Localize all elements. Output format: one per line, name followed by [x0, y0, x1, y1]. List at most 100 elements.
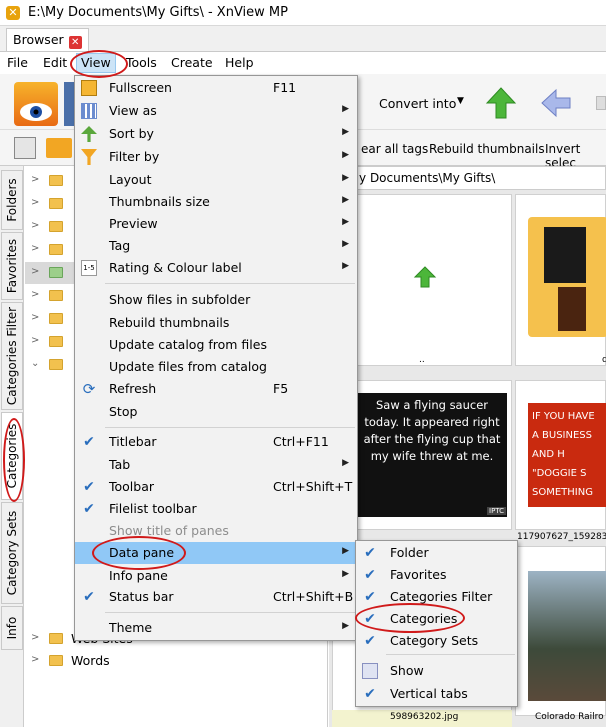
menu-item-filter-by[interactable]: Filter by ▶: [75, 146, 357, 168]
vtab-categories-filter[interactable]: Categories Filter: [1, 302, 23, 410]
folder-icon: [49, 313, 63, 324]
menu-item-info-pane[interactable]: Info pane ▶: [75, 565, 357, 587]
check-icon: ✔: [83, 479, 95, 495]
chevron-down-icon[interactable]: ⌄: [31, 358, 39, 369]
window-title: E:\My Documents\My Gifts\ - XnView MP: [28, 5, 288, 20]
folder-icon: [49, 336, 63, 347]
submenu-item-show[interactable]: Show: [356, 660, 517, 682]
menu-tools[interactable]: Tools: [126, 55, 157, 70]
shortcut-label: Ctrl+Shift+T: [273, 479, 353, 494]
menu-item-data-pane[interactable]: Data pane ▶: [75, 542, 357, 564]
filter-icon: [81, 149, 97, 165]
chevron-right-icon[interactable]: >: [31, 335, 39, 346]
tab-browser[interactable]: Browser ✕: [6, 28, 89, 51]
viewer-icon[interactable]: [14, 82, 58, 126]
menu-item-fullscreen[interactable]: Fullscreen F11: [75, 77, 357, 99]
menu-item-label: Show: [390, 663, 424, 678]
menu-item-label: Rating & Colour label: [109, 260, 242, 275]
up-arrow-icon[interactable]: [484, 86, 518, 120]
menu-item-update-catalog[interactable]: Update catalog from files: [75, 334, 357, 356]
menu-item-titlebar[interactable]: ✔ Titlebar Ctrl+F11: [75, 431, 357, 453]
vtab-category-sets[interactable]: Category Sets: [1, 502, 23, 604]
submenu-arrow-icon: ▶: [342, 150, 349, 160]
chevron-right-icon[interactable]: >: [31, 312, 39, 323]
menu-item-refresh[interactable]: ⟳ Refresh F5: [75, 378, 357, 400]
thumbnail-parent[interactable]: ..: [332, 194, 512, 366]
menu-item-tag[interactable]: Tag ▶: [75, 235, 357, 257]
caption-strip: 598963202.jpg: [332, 710, 512, 727]
vtab-favorites[interactable]: Favorites: [1, 232, 23, 300]
submenu-item-favorites[interactable]: ✔ Favorites: [356, 564, 517, 586]
chevron-right-icon[interactable]: >: [31, 266, 39, 277]
shortcut-label: F11: [273, 80, 297, 95]
toolbar-icon-partial-right[interactable]: [596, 96, 606, 110]
chevron-down-icon[interactable]: ▼: [457, 96, 464, 106]
convert-into-button[interactable]: Convert into: [379, 96, 456, 111]
thumbnail-image[interactable]: IF YOU HAVE A BUSINESS AND H "DOGGIE S S…: [515, 380, 606, 530]
submenu-item-vertical-tabs[interactable]: ✔ Vertical tabs: [356, 683, 517, 705]
select-icon[interactable]: [14, 137, 36, 159]
menu-item-label: Show files in subfolder: [109, 292, 251, 307]
menu-item-preview[interactable]: Preview ▶: [75, 213, 357, 235]
thumbnail-image[interactable]: Saw a flying saucer today. It appeared r…: [332, 380, 512, 530]
submenu-item-categories[interactable]: ✔ Categories: [356, 608, 517, 630]
vtab-info[interactable]: Info: [1, 606, 23, 650]
menu-item-filelist-toolbar[interactable]: ✔ Filelist toolbar: [75, 498, 357, 520]
thumbnail-image[interactable]: [515, 546, 606, 716]
menu-item-theme[interactable]: Theme ▶: [75, 617, 357, 639]
close-icon[interactable]: ✕: [68, 36, 82, 49]
thumbnail-caption: 598963202.jpg: [390, 712, 459, 722]
tree-row[interactable]: > Words: [25, 650, 328, 672]
folder-icon: [49, 655, 63, 666]
chevron-right-icon[interactable]: >: [31, 243, 39, 254]
chevron-right-icon[interactable]: >: [31, 289, 39, 300]
menu-item-label: Info pane: [109, 568, 168, 583]
vtab-categories[interactable]: Categories: [1, 412, 23, 500]
menu-item-status-bar[interactable]: ✔ Status bar Ctrl+Shift+B: [75, 586, 357, 608]
menu-item-sort-by[interactable]: Sort by ▶: [75, 123, 357, 145]
thumbnail-folder[interactable]: d: [515, 194, 606, 366]
menu-item-view-as[interactable]: View as ▶: [75, 100, 357, 122]
submenu-item-category-sets[interactable]: ✔ Category Sets: [356, 630, 517, 652]
menu-create[interactable]: Create: [171, 55, 213, 70]
folder-icon: [528, 217, 606, 337]
menu-item-label: Folder: [390, 545, 429, 560]
menu-item-rebuild-thumbnails[interactable]: Rebuild thumbnails: [75, 312, 357, 334]
menu-item-update-files[interactable]: Update files from catalog: [75, 356, 357, 378]
app-logo-icon: ✕: [6, 6, 20, 20]
menu-item-layout[interactable]: Layout ▶: [75, 169, 357, 191]
menu-file[interactable]: File: [7, 55, 28, 70]
check-icon: ✔: [364, 567, 376, 583]
menu-item-thumbnails-size[interactable]: Thumbnails size ▶: [75, 191, 357, 213]
submenu-item-categories-filter[interactable]: ✔ Categories Filter: [356, 586, 517, 608]
menu-item-stop[interactable]: Stop: [75, 401, 357, 423]
chevron-right-icon[interactable]: >: [31, 654, 39, 665]
menu-item-toolbar[interactable]: ✔ Toolbar Ctrl+Shift+T: [75, 476, 357, 498]
chevron-right-icon[interactable]: >: [31, 220, 39, 231]
menu-help[interactable]: Help: [225, 55, 254, 70]
rebuild-thumbnails-button[interactable]: Rebuild thumbnails: [429, 142, 545, 156]
menu-item-label: Rebuild thumbnails: [109, 315, 230, 330]
submenu-item-folder[interactable]: ✔ Folder: [356, 542, 517, 564]
folder-icon[interactable]: [46, 138, 72, 158]
toolbar-icon-partial[interactable]: [64, 82, 74, 126]
path-bar[interactable]: E:\My Documents\My Gifts\: [329, 166, 606, 190]
chevron-right-icon[interactable]: >: [31, 197, 39, 208]
vtab-folders[interactable]: Folders: [1, 170, 23, 230]
menu-item-label: View as: [109, 103, 157, 118]
chevron-right-icon[interactable]: >: [31, 174, 39, 185]
menu-item-tab[interactable]: Tab ▶: [75, 454, 357, 476]
folder-icon: [49, 198, 63, 209]
submenu-arrow-icon: ▶: [342, 217, 349, 227]
menu-edit[interactable]: Edit: [43, 55, 67, 70]
menu-view[interactable]: View: [76, 53, 116, 73]
clear-all-tags-button[interactable]: ear all tags: [361, 142, 428, 156]
menu-item-show-files-in-subfolder[interactable]: Show files in subfolder: [75, 289, 357, 311]
chevron-right-icon[interactable]: >: [31, 632, 39, 643]
folder-icon: [49, 221, 63, 232]
up-arrow-icon: [413, 266, 437, 288]
back-arrow-icon[interactable]: [540, 88, 572, 118]
menu-item-rating[interactable]: 1-5 Rating & Colour label ▶: [75, 257, 357, 279]
folder-icon: [49, 267, 63, 278]
thumbnail-caption: d: [602, 355, 606, 365]
